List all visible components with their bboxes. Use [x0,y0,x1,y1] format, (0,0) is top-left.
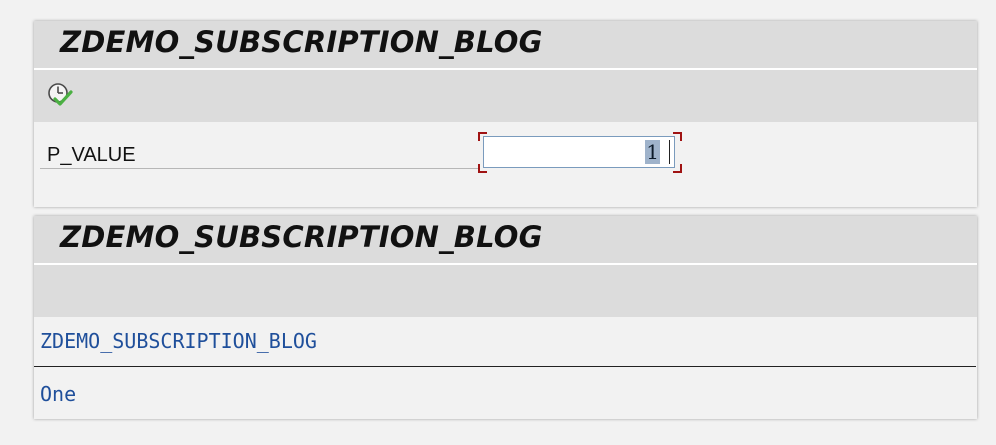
window-title: ZDEMO_SUBSCRIPTION_BLOG [60,25,543,59]
list-separator [34,366,976,367]
title-bar: ZDEMO_SUBSCRIPTION_BLOG [34,21,977,70]
window-title: ZDEMO_SUBSCRIPTION_BLOG [60,220,543,254]
selection-screen-window: ZDEMO_SUBSCRIPTION_BLOG P_VALUE 1 [34,21,977,207]
parameter-row: P_VALUE [40,123,480,169]
text-caret [669,140,670,164]
application-toolbar [34,70,977,122]
parameter-label: P_VALUE [47,144,136,166]
p-value-field-focus: 1 [478,132,682,173]
list-header: ZDEMO_SUBSCRIPTION_BLOG [40,329,317,353]
list-output-window: ZDEMO_SUBSCRIPTION_BLOG ZDEMO_SUBSCRIPTI… [34,216,977,419]
p-value-input-value: 1 [645,140,660,164]
execute-icon[interactable] [46,82,74,108]
title-bar: ZDEMO_SUBSCRIPTION_BLOG [34,216,977,265]
list-line: One [40,382,77,406]
application-toolbar [34,265,977,317]
p-value-input[interactable]: 1 [483,136,675,168]
